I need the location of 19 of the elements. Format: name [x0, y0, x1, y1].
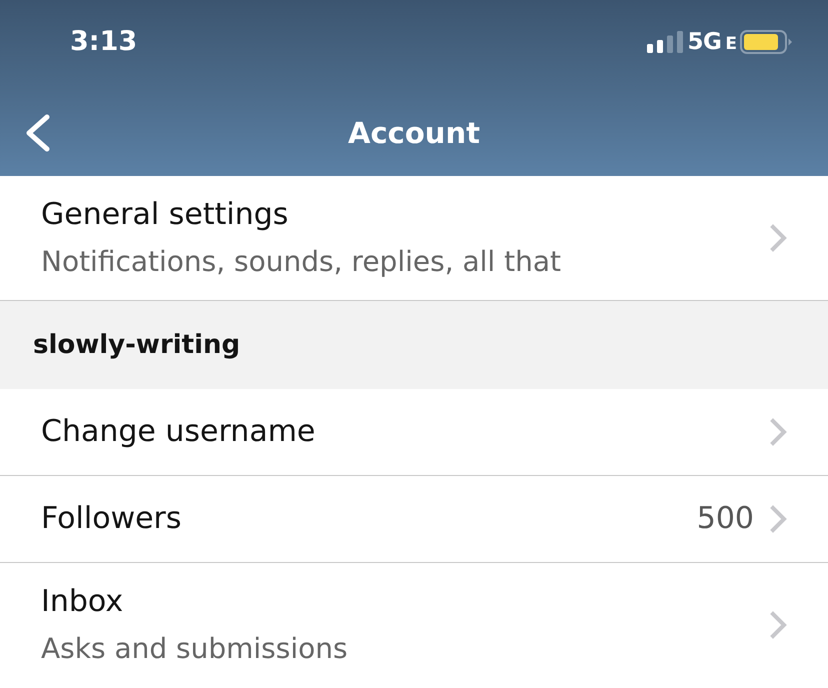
row-subtitle: Notifications, sounds, replies, all that — [41, 244, 562, 280]
screen-title: Account — [348, 115, 480, 151]
row-subtitle: Asks and submissions — [41, 630, 349, 666]
battery-icon — [740, 30, 792, 54]
row-value: 500 — [696, 501, 754, 537]
signal-bars-icon — [647, 30, 684, 52]
row-title: General settings — [41, 196, 290, 232]
back-icon[interactable] — [25, 114, 51, 152]
network-label: 5G — [687, 28, 722, 56]
status-time: 3:13 — [70, 25, 138, 59]
row-title: Change username — [41, 414, 316, 450]
row-title: Inbox — [41, 584, 124, 620]
network-type-label: E — [725, 32, 737, 54]
chevron-right-icon — [770, 418, 788, 446]
section-header: slowly-writing — [0, 301, 828, 389]
chevron-right-icon — [770, 505, 788, 533]
row-title: Followers — [41, 501, 183, 537]
chevron-right-icon — [770, 224, 788, 252]
chevron-right-icon — [770, 611, 788, 639]
